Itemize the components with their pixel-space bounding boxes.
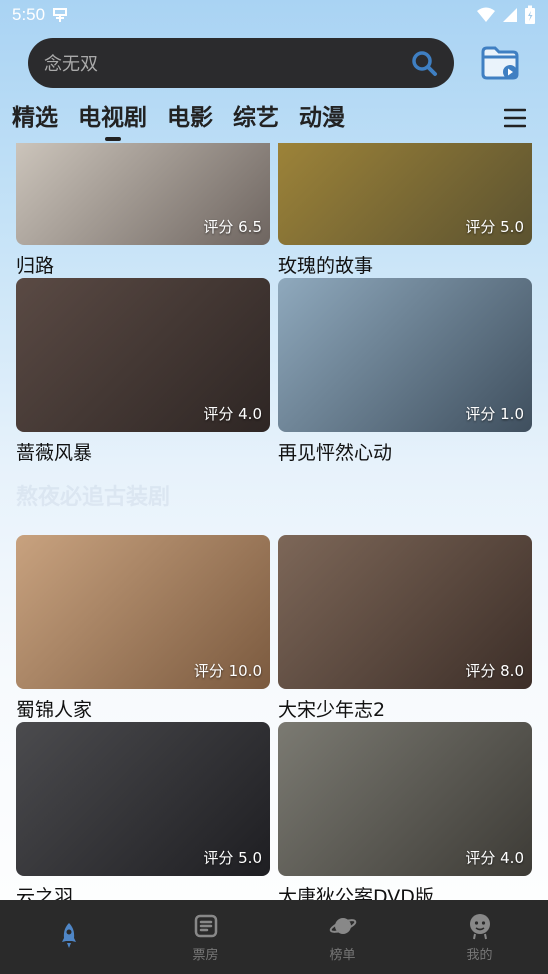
drama-card[interactable]: 评分 4.0 大唐狄公案DVD版 (278, 722, 532, 900)
rating-badge: 评分 10.0 (193, 662, 262, 680)
nav-box-office-label: 票房 (192, 947, 219, 963)
planet-icon[interactable] (329, 912, 357, 940)
poster-image[interactable]: 评分 6.5 (16, 143, 270, 245)
tab-variety[interactable]: 综艺 (233, 99, 279, 139)
drama-card[interactable]: 评分 10.0 蜀锦人家 (16, 535, 270, 722)
rocket-icon[interactable] (55, 921, 83, 949)
search-icon[interactable] (410, 49, 438, 77)
drama-title[interactable]: 玫瑰的故事 (278, 251, 532, 278)
rating-badge: 评分 8.0 (465, 662, 524, 680)
status-bar: 5:50 (0, 0, 548, 30)
poster-image[interactable]: 评分 8.0 (278, 535, 532, 689)
drama-card[interactable]: 评分 5.0 云之羽 (16, 722, 270, 900)
rating-badge: 评分 4.0 (203, 405, 262, 423)
poster-image[interactable]: 评分 5.0 (16, 722, 270, 876)
content-list: 评分 6.5 归路 评分 5.0 玫瑰的故事 评分 4.0 蔷薇风暴 评分 1.… (0, 143, 548, 900)
poster-image[interactable]: 评分 4.0 (16, 278, 270, 432)
drama-card[interactable]: 评分 8.0 大宋少年志2 (278, 535, 532, 722)
signal-icon (503, 8, 517, 22)
drama-card[interactable]: 评分 6.5 归路 (16, 143, 270, 278)
search-input[interactable]: 念无双 (44, 50, 410, 76)
nav-home[interactable] (0, 900, 137, 974)
drama-card[interactable]: 评分 1.0 再见怦然心动 (278, 278, 532, 465)
poster-image[interactable]: 评分 5.0 (278, 143, 532, 245)
battery-icon (525, 5, 535, 24)
drama-title[interactable]: 归路 (16, 251, 270, 278)
video-folder-icon[interactable] (480, 44, 520, 82)
drama-card[interactable]: 评分 5.0 玫瑰的故事 (278, 143, 532, 278)
profile-icon[interactable] (466, 912, 494, 940)
drama-title[interactable]: 大唐狄公案DVD版 (278, 882, 532, 900)
nav-profile-label: 我的 (466, 947, 493, 963)
nav-ranking-label: 榜单 (329, 947, 356, 963)
search-bar[interactable]: 念无双 (28, 38, 454, 88)
tab-tv-series[interactable]: 电视剧 (78, 99, 147, 139)
nav-box-office[interactable]: 票房 (137, 900, 274, 974)
tab-anime[interactable]: 动漫 (299, 99, 345, 139)
section-title: 熬夜必追古装剧 (16, 485, 171, 510)
ticket-icon[interactable] (192, 912, 220, 940)
drama-title[interactable]: 蜀锦人家 (16, 695, 270, 722)
bottom-nav: 票房 榜单 我的 (0, 900, 548, 974)
drama-card[interactable]: 评分 4.0 蔷薇风暴 (16, 278, 270, 465)
rating-badge: 评分 6.5 (203, 218, 262, 236)
menu-icon[interactable] (504, 108, 526, 128)
category-tabs: 精选 电视剧 电影 综艺 动漫 (0, 98, 548, 140)
rating-badge: 评分 5.0 (465, 218, 524, 236)
drama-title[interactable]: 云之羽 (16, 882, 270, 900)
tab-movies[interactable]: 电影 (167, 99, 213, 139)
poster-image[interactable]: 评分 1.0 (278, 278, 532, 432)
app-status-icon (53, 8, 68, 22)
wifi-icon (477, 7, 495, 22)
poster-image[interactable]: 评分 4.0 (278, 722, 532, 876)
drama-title[interactable]: 大宋少年志2 (278, 695, 532, 722)
status-time: 5:50 (12, 5, 46, 24)
nav-profile[interactable]: 我的 (411, 900, 548, 974)
drama-title[interactable]: 蔷薇风暴 (16, 438, 270, 465)
rating-badge: 评分 1.0 (465, 405, 524, 423)
tab-featured[interactable]: 精选 (12, 99, 58, 139)
poster-image[interactable]: 评分 10.0 (16, 535, 270, 689)
rating-badge: 评分 4.0 (465, 849, 524, 867)
drama-title[interactable]: 再见怦然心动 (278, 438, 532, 465)
nav-ranking[interactable]: 榜单 (274, 900, 411, 974)
rating-badge: 评分 5.0 (203, 849, 262, 867)
